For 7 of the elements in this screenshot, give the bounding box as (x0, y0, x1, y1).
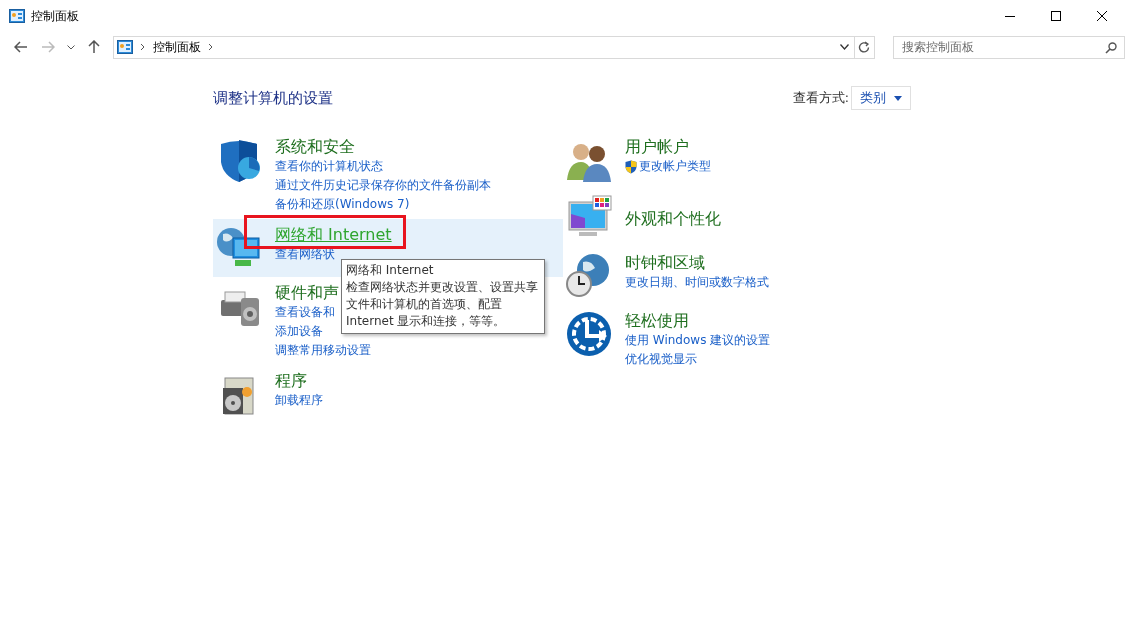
tooltip-title: 网络和 Internet (346, 262, 435, 279)
tooltip-text: 文件和计算机的首选项、配置 (346, 296, 503, 313)
view-by-label: 查看方式: (792, 89, 849, 107)
tooltip-text: 检查网络状态并更改设置、设置共享 (346, 279, 538, 296)
tooltip-text: Internet 显示和连接，等等。 (346, 313, 507, 330)
window-title: 控制面板 (31, 7, 79, 25)
page-heading: 调整计算机的设置 (213, 88, 333, 108)
